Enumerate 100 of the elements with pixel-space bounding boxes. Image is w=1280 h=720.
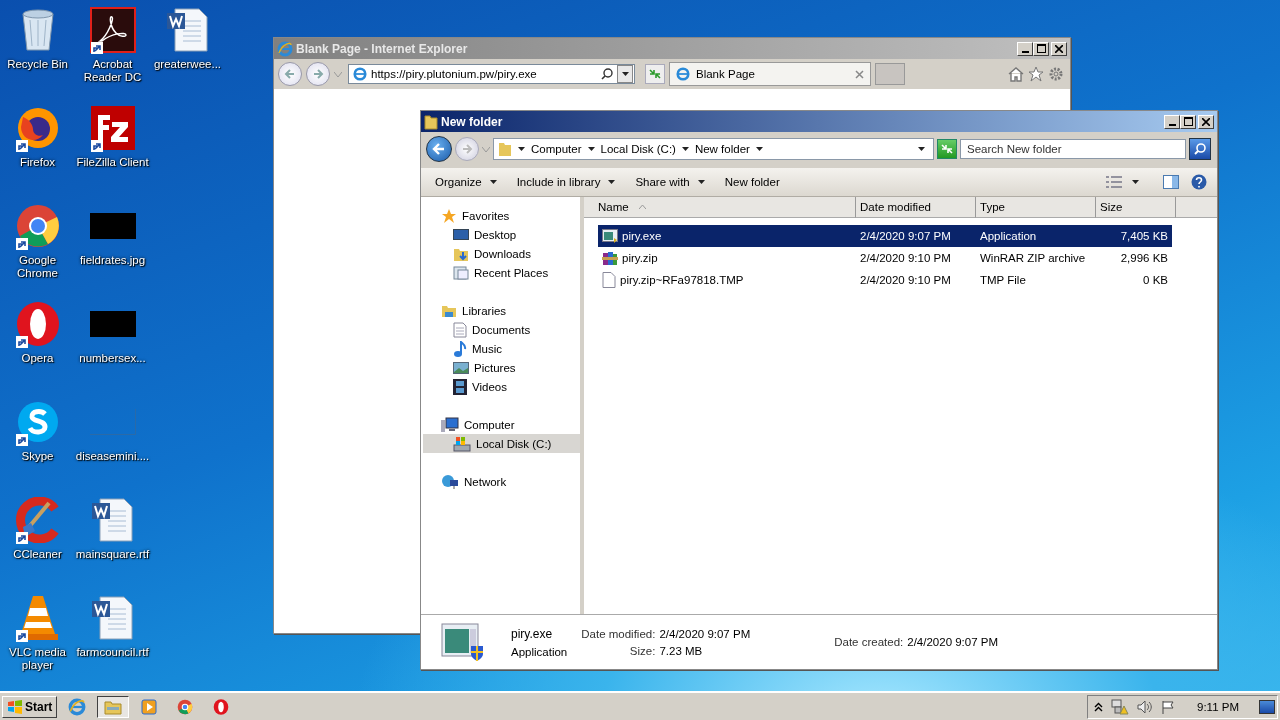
desktop-icon[interactable]: Opera [0, 299, 75, 397]
ie-logo-icon [353, 67, 367, 81]
dropdown-button[interactable] [617, 65, 633, 83]
desktop-icon[interactable]: greaterwee... [150, 5, 225, 103]
shortcut-arrow-icon [15, 630, 28, 642]
desktop-icon[interactable]: Recycle Bin [0, 5, 75, 103]
maximize-button[interactable] [1180, 114, 1196, 129]
desktop-icon[interactable]: Skype [0, 397, 75, 495]
toolbar-button[interactable]: Organize [427, 173, 505, 191]
file-row[interactable]: piry.exe 2/4/2020 9:07 PM Application 7,405 KB [598, 225, 1172, 247]
desktop-icon[interactable]: Acrobat Reader DC [75, 5, 150, 103]
desktop-icon[interactable]: Google Chrome [0, 201, 75, 299]
column-header[interactable]: Name [584, 197, 856, 218]
help-icon[interactable] [1191, 174, 1207, 190]
clock[interactable]: 9:11 PM [1197, 700, 1239, 713]
flag-icon[interactable] [1161, 699, 1175, 714]
column-header[interactable]: Date modified [856, 197, 976, 218]
acrobat-icon [89, 7, 136, 53]
maximize-button[interactable] [1033, 41, 1049, 56]
close-button[interactable] [1198, 114, 1214, 129]
nav-item[interactable]: Music [423, 339, 580, 358]
refresh-button[interactable] [937, 139, 957, 159]
file-row[interactable]: piry.zip~RFa97818.TMP 2/4/2020 9:10 PM TMP File 0 KB [598, 269, 1172, 291]
column-header[interactable]: Size [1096, 197, 1176, 218]
maximize-icon [1183, 117, 1193, 126]
computer-icon [441, 416, 459, 433]
view-options-icon[interactable] [1106, 176, 1122, 188]
desktop-icon[interactable]: VLC media player [0, 593, 75, 691]
caret-icon [608, 180, 616, 184]
close-icon[interactable] [855, 69, 864, 79]
file-row[interactable]: piry.zip 2/4/2020 9:10 PM WinRAR ZIP archive 2,996 KB [598, 247, 1172, 269]
nav-item[interactable]: Videos [423, 377, 580, 396]
show-hidden-icons-icon[interactable] [1094, 701, 1103, 712]
breadcrumb-item[interactable]: New folder [694, 143, 750, 155]
field-value: 2/4/2020 9:07 PM [659, 627, 751, 640]
desktop-icon[interactable]: FileZilla Client [75, 103, 150, 201]
desktop-icon[interactable]: farmcouncil.rtf [75, 593, 150, 691]
desktop-icon[interactable]: Firefox [0, 103, 75, 201]
arrows-icon [940, 143, 954, 155]
field-label: Size: [628, 644, 656, 657]
settings-icon[interactable] [1048, 66, 1064, 82]
close-button[interactable] [1051, 41, 1067, 56]
search-button[interactable] [1189, 138, 1211, 160]
opera-icon [14, 301, 61, 347]
field-label: Date modified: [581, 627, 656, 640]
breadcrumb-item[interactable]: Computer [531, 143, 582, 155]
nav-item[interactable]: Desktop [423, 225, 580, 244]
music-note-icon [453, 340, 467, 357]
image-thumbnail-icon [89, 213, 136, 239]
document-icon [453, 321, 467, 338]
compatibility-view-button[interactable] [645, 64, 665, 84]
caret-icon [587, 147, 595, 151]
chrome-icon [177, 698, 194, 715]
windows-logo-icon [7, 699, 23, 714]
folder-icon [424, 113, 438, 130]
search-icon [1193, 142, 1207, 156]
search-field[interactable]: Search New folder [960, 139, 1186, 159]
breadcrumb-bar[interactable]: Computer Local Disk (C:) New folder [493, 138, 934, 160]
preview-pane-icon[interactable] [1163, 175, 1179, 189]
desktop-icon[interactable]: diseasemini.... [75, 397, 150, 495]
minimize-button[interactable] [1017, 41, 1033, 56]
back-button[interactable] [426, 136, 452, 162]
home-icon[interactable] [1008, 66, 1024, 82]
nav-item[interactable]: Favorites [423, 206, 580, 225]
nav-item[interactable]: Network [423, 472, 580, 491]
caret-icon [518, 147, 525, 151]
nav-item[interactable]: Downloads [423, 244, 580, 263]
nav-item[interactable]: Documents [423, 320, 580, 339]
search-icon [601, 68, 613, 80]
filezilla-icon [89, 105, 136, 151]
nav-item[interactable]: Local Disk (C:) [423, 434, 580, 453]
toolbar-button[interactable]: Include in library [508, 173, 624, 191]
star-icon[interactable] [1028, 66, 1044, 82]
column-header[interactable]: Type [976, 197, 1096, 218]
ie-logo-icon [277, 40, 293, 57]
back-arrow-icon [432, 142, 446, 156]
breadcrumb-item[interactable]: Local Disk (C:) [600, 143, 676, 155]
browser-tab[interactable]: Blank Page [669, 62, 871, 86]
desktop-icon[interactable]: fieldrates.jpg [75, 201, 150, 299]
desktop-icon[interactable]: numbersex... [75, 299, 150, 397]
desktop-icon[interactable]: mainsquare.rtf [75, 495, 150, 593]
network-icon[interactable] [1111, 698, 1129, 715]
nav-item[interactable]: Libraries [423, 301, 580, 320]
caret-icon [489, 180, 497, 184]
minimize-button[interactable] [1164, 114, 1180, 129]
nav-item[interactable]: Pictures [423, 358, 580, 377]
desktop-icon[interactable]: CCleaner [0, 495, 75, 593]
start-button[interactable]: Start [2, 695, 58, 718]
show-desktop-button[interactable] [1259, 699, 1275, 714]
address-bar[interactable]: https://piry.plutonium.pw/piry.exe [348, 64, 635, 84]
toolbar-button[interactable]: New folder [716, 173, 788, 191]
word-document-icon [164, 7, 211, 53]
nav-item[interactable]: Computer [423, 415, 580, 434]
speaker-icon[interactable] [1137, 699, 1153, 714]
nav-item[interactable]: Recent Places [423, 263, 580, 282]
toolbar-button[interactable]: Share with [627, 173, 713, 191]
network-globe-icon [441, 473, 459, 490]
window-title: Blank Page - Internet Explorer [296, 41, 469, 56]
taskbar-app-button[interactable] [97, 695, 130, 718]
monitor-icon [453, 227, 469, 242]
